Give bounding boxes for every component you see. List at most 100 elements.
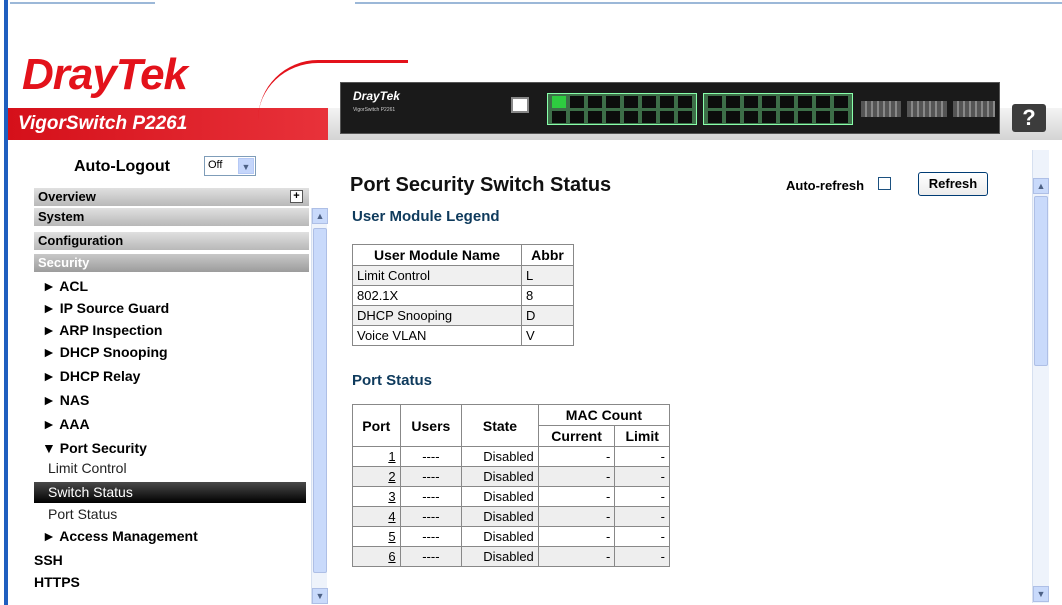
port-icon (762, 96, 776, 108)
port-group-left (547, 93, 697, 125)
port-icon (606, 96, 620, 108)
tab-line-left (10, 2, 155, 4)
expand-arrow-icon: ► (42, 344, 56, 360)
menu-security[interactable]: Security (34, 254, 309, 273)
menu-sub-switch-status[interactable]: Switch Status (34, 482, 306, 503)
current-cell: - (537, 506, 616, 527)
port-icon (642, 96, 656, 108)
port-icon (798, 111, 812, 123)
refresh-button[interactable]: Refresh (918, 172, 988, 196)
main-scrollbar[interactable]: ▲ ▼ (1032, 150, 1049, 603)
state-cell: Disabled (461, 486, 539, 507)
menu-item-access-management[interactable]: ► Access Management (42, 528, 198, 544)
legend-module-name: Limit Control (352, 265, 522, 286)
current-cell: - (537, 486, 616, 507)
port-icon (678, 96, 692, 108)
auto-logout-select[interactable]: Off ▼ (204, 156, 256, 176)
menu-item-port-security[interactable]: ▼ Port Security (42, 440, 147, 456)
menu-item-ssh[interactable]: SSH (34, 552, 63, 568)
menu-item-arp-inspection[interactable]: ► ARP Inspection (42, 322, 162, 338)
table-row: Voice VLAN V (352, 325, 574, 346)
scroll-up-icon[interactable]: ▲ (312, 208, 328, 224)
users-cell: ---- (399, 526, 463, 547)
menu-system[interactable]: System (34, 208, 309, 227)
port-icon (660, 96, 674, 108)
main-content: Port Security Switch Status Auto-refresh… (340, 150, 1040, 605)
chevron-down-icon[interactable]: ▼ (238, 158, 254, 174)
port-link[interactable]: 5 (388, 529, 395, 544)
menu-sub-limit-control[interactable]: Limit Control (48, 460, 127, 476)
port-icon (726, 96, 740, 108)
legend-abbr: D (521, 305, 574, 326)
device-subtitle: VigorSwitch P2261 (353, 107, 396, 113)
port-icon (708, 111, 722, 123)
expand-arrow-icon: ► (42, 278, 56, 294)
port-link[interactable]: 1 (388, 449, 395, 464)
menu-item-https[interactable]: HTTPS (34, 574, 80, 590)
port-link[interactable]: 4 (388, 509, 395, 524)
menu-item-dhcp-snooping[interactable]: ► DHCP Snooping (42, 344, 168, 360)
state-cell: Disabled (461, 506, 539, 527)
legend-section-title: User Module Legend (352, 208, 500, 225)
menu-item-aaa[interactable]: ► AAA (42, 416, 90, 432)
limit-cell: - (614, 486, 670, 507)
menu-item-acl[interactable]: ► ACL (42, 278, 88, 294)
scroll-down-icon[interactable]: ▼ (312, 588, 328, 604)
expand-arrow-icon: ► (42, 416, 56, 432)
users-cell: ---- (399, 486, 463, 507)
port-icon (834, 111, 848, 123)
expand-arrow-icon: ► (42, 368, 56, 384)
port-icon (744, 111, 758, 123)
status-header-mac-count: MAC Count (537, 404, 671, 426)
port-link[interactable]: 2 (388, 469, 395, 484)
page-title: Port Security Switch Status (350, 174, 612, 196)
limit-cell: - (614, 506, 670, 527)
port-link[interactable]: 6 (388, 549, 395, 564)
port-icon (552, 111, 566, 123)
menu-overview[interactable]: Overview + (34, 188, 309, 207)
table-row: 6 ---- Disabled - - (352, 546, 670, 567)
limit-cell: - (614, 446, 670, 467)
tab-line-right (355, 2, 1062, 4)
help-button[interactable]: ? (1012, 104, 1046, 132)
menu-sub-port-status[interactable]: Port Status (48, 506, 117, 522)
collapse-arrow-icon: ▼ (42, 440, 56, 456)
port-icon (708, 96, 722, 108)
port-icon (624, 96, 638, 108)
model-name: VigorSwitch P2261 (18, 113, 188, 134)
current-cell: - (537, 446, 616, 467)
menu-item-nas[interactable]: ► NAS (42, 392, 89, 408)
expand-arrow-icon: ► (42, 528, 56, 544)
legend-abbr: V (521, 325, 574, 346)
table-row: 2 ---- Disabled - - (352, 466, 670, 487)
expand-all-icon[interactable]: + (290, 190, 303, 203)
status-header-current: Current (537, 425, 616, 447)
scroll-down-icon[interactable]: ▼ (1033, 586, 1049, 602)
table-row: 3 ---- Disabled - - (352, 486, 670, 507)
auto-refresh-label: Auto-refresh (786, 178, 865, 193)
sidebar-scrollbar[interactable]: ▲ ▼ (311, 208, 328, 604)
scroll-up-icon[interactable]: ▲ (1033, 178, 1049, 194)
state-cell: Disabled (461, 446, 539, 467)
state-cell: Disabled (461, 526, 539, 547)
menu-item-dhcp-relay[interactable]: ► DHCP Relay (42, 368, 140, 384)
menu-item-ip-source-guard[interactable]: ► IP Source Guard (42, 300, 169, 316)
state-cell: Disabled (461, 546, 539, 567)
menu-configuration[interactable]: Configuration (34, 232, 309, 251)
sidebar-scroll-thumb[interactable] (313, 228, 327, 573)
port-led-icon (552, 96, 566, 108)
users-cell: ---- (399, 466, 463, 487)
auto-refresh-checkbox[interactable] (878, 177, 891, 190)
port-icon (780, 111, 794, 123)
port-link[interactable]: 3 (388, 489, 395, 504)
users-cell: ---- (399, 506, 463, 527)
port-icon (624, 111, 638, 123)
port-icon (570, 111, 584, 123)
users-cell: ---- (399, 446, 463, 467)
current-cell: - (537, 546, 616, 567)
expand-arrow-icon: ► (42, 392, 56, 408)
limit-cell: - (614, 466, 670, 487)
main-scroll-thumb[interactable] (1034, 196, 1048, 366)
port-icon (762, 111, 776, 123)
port-icon (816, 96, 830, 108)
